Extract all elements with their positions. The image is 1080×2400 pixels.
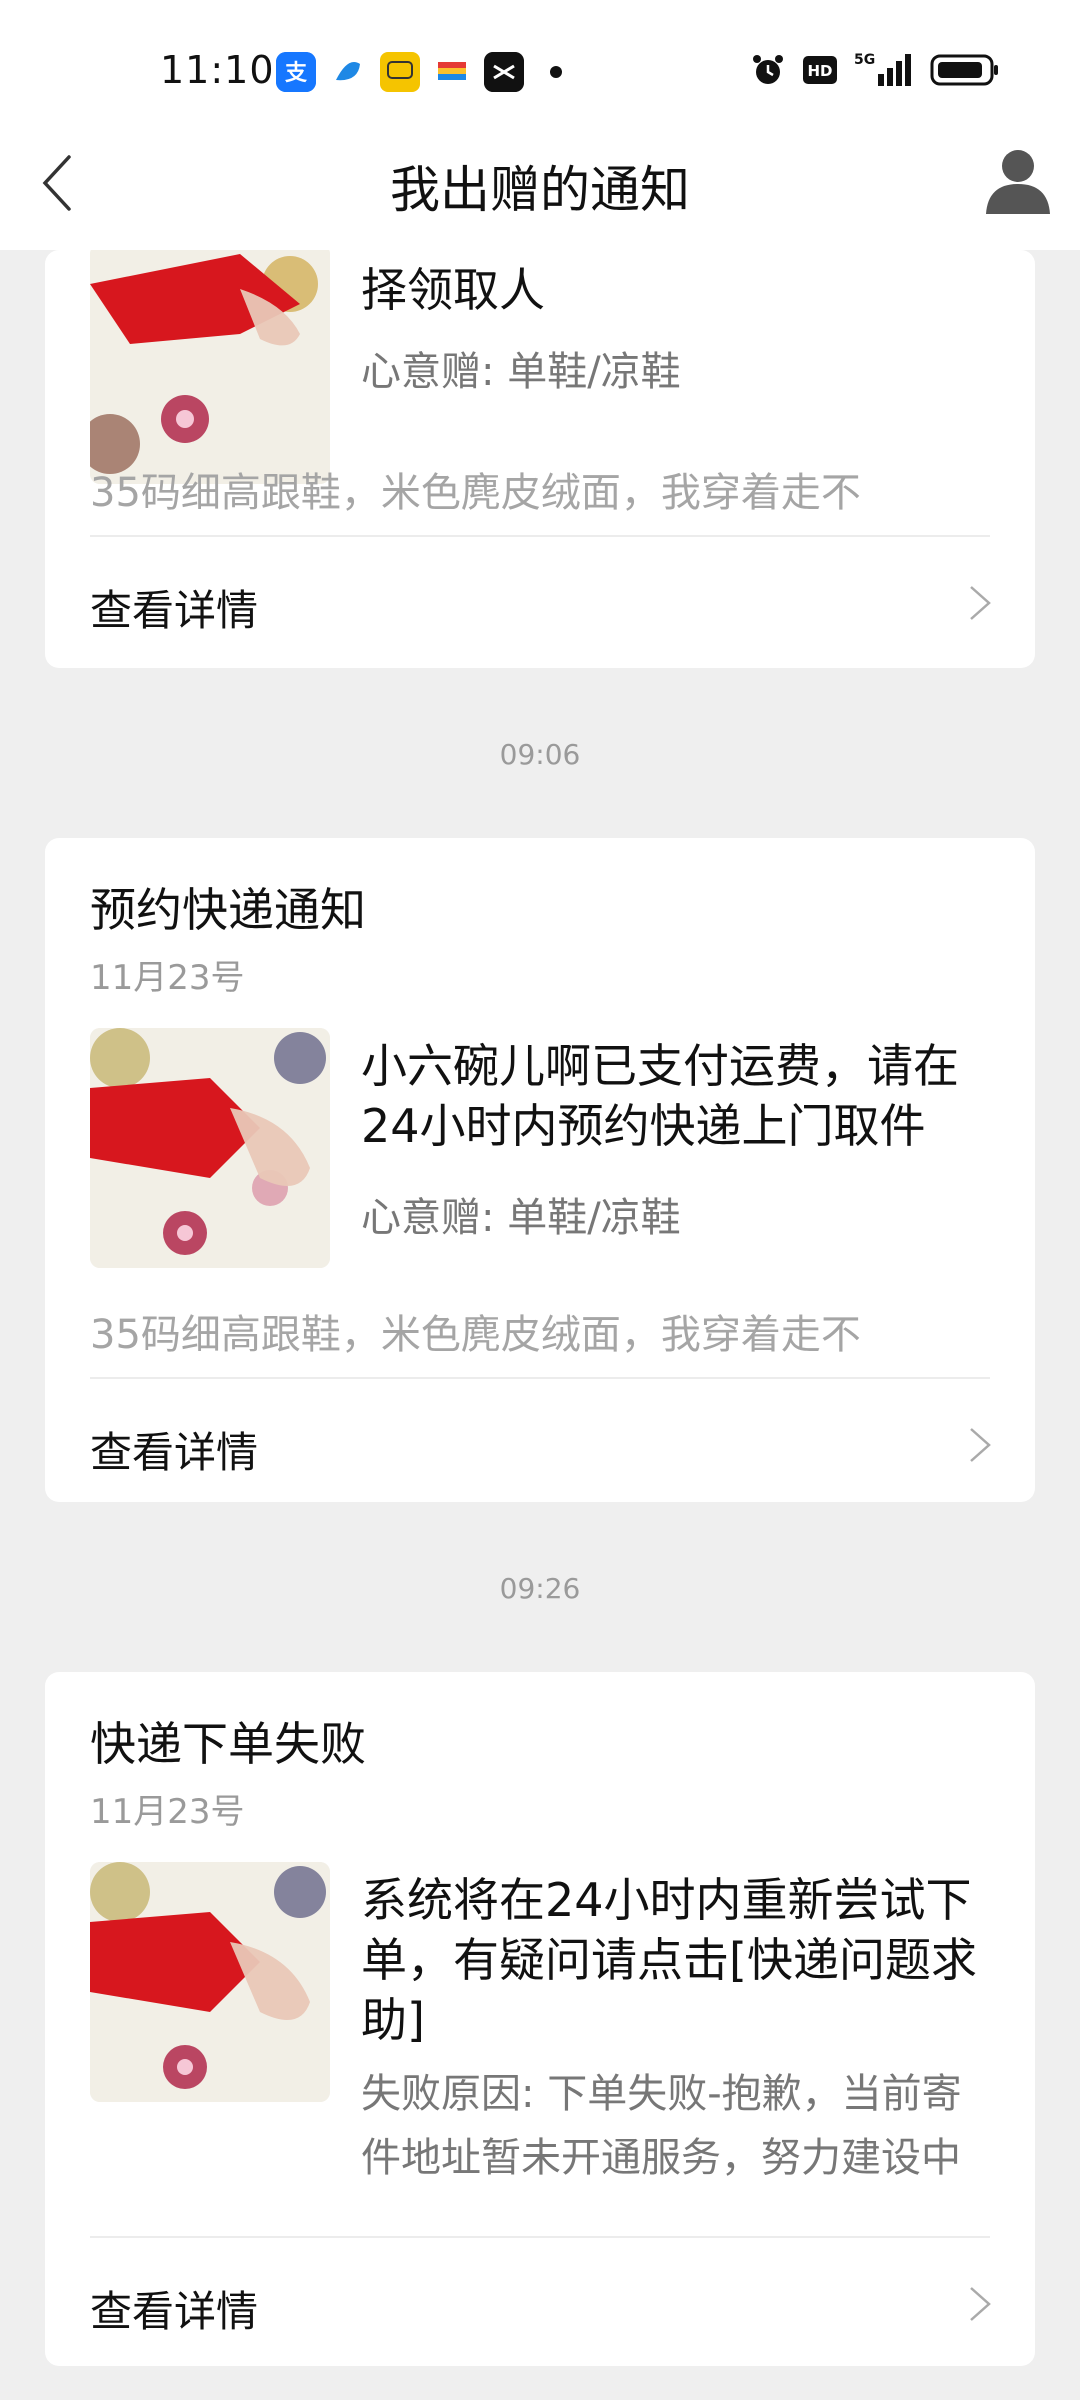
notification-card: 择领取人 心意赠: 单鞋/凉鞋 35码细高跟鞋，米色麂皮绒面，我穿着走不 查看详… [45,250,1035,668]
svg-text:支: 支 [285,61,308,86]
battery-icon [930,50,1000,90]
hd-icon: HD [802,50,838,90]
item-description-preview: 35码细高跟鞋，米色麂皮绒面，我穿着走不 [90,470,861,516]
5g-signal-icon: 5G [854,50,914,90]
user-icon [986,150,1050,214]
card-title: 快递下单失败 [90,1717,366,1771]
capcut-icon [484,52,524,92]
chevron-right-icon [970,1428,991,1462]
chevron-right-icon [970,586,991,620]
product-thumbnail[interactable] [90,1862,330,2102]
notification-card: 预约快递通知 11月23号 小六碗儿啊已支付运费，请在24小时内预约快递上门取件… [45,838,1035,1502]
notification-message: 择领取人 [361,263,545,317]
page-title: 我出赠的通知 [390,161,690,219]
card-title: 预约快递通知 [90,883,366,937]
timestamp-label: 09:06 [499,738,581,771]
svg-text:5G: 5G [854,52,875,68]
view-details-label: 查看详情 [90,1428,259,1477]
more-notifications-dot [550,66,562,78]
view-details-row[interactable]: 查看详情 [45,1379,1035,1502]
view-details-label: 查看详情 [90,2287,259,2336]
status-time: 11:10 [160,48,275,92]
failure-reason: 失败原因: 下单失败-抱歉，当前寄件地址暂未开通服务，努力建设中 [361,2071,962,2181]
system-indicators: HD 5G [750,50,1000,90]
item-description-preview: 35码细高跟鞋，米色麂皮绒面，我穿着走不 [90,1312,861,1358]
view-details-row[interactable]: 查看详情 [45,537,1035,667]
product-thumbnail[interactable] [90,250,330,484]
gift-category: 心意赠: 单鞋/凉鞋 [361,1195,681,1241]
alipay-icon: 支 [276,52,316,92]
blue-app-icon [328,52,368,92]
svg-text:HD: HD [807,62,832,80]
gamepad-app-icon [380,52,420,92]
notification-app-icons: 支 [276,52,562,92]
gift-category: 心意赠: 单鞋/凉鞋 [361,349,681,395]
user-button[interactable] [982,144,1054,216]
view-details-row[interactable]: 查看详情 [45,2238,1035,2366]
status-bar: 11:10 支 HD 5G [0,0,1080,140]
card-date: 11月23号 [90,1792,245,1832]
product-thumbnail[interactable] [90,1028,330,1268]
chevron-right-icon [970,2287,991,2321]
notification-card: 快递下单失败 11月23号 系统将在24小时内重新尝试下单，有疑问请点击[快递问… [45,1672,1035,2366]
view-details-label: 查看详情 [90,586,259,635]
notification-message: 小六碗儿啊已支付运费，请在24小时内预约快递上门取件 [361,1039,959,1153]
timestamp-label: 09:26 [499,1572,581,1605]
alarm-icon [750,50,786,90]
wallet-icon [432,52,472,92]
card-date: 11月23号 [90,958,245,998]
notification-message: 系统将在24小时内重新尝试下单，有疑问请点击[快递问题求助] [361,1873,977,2047]
